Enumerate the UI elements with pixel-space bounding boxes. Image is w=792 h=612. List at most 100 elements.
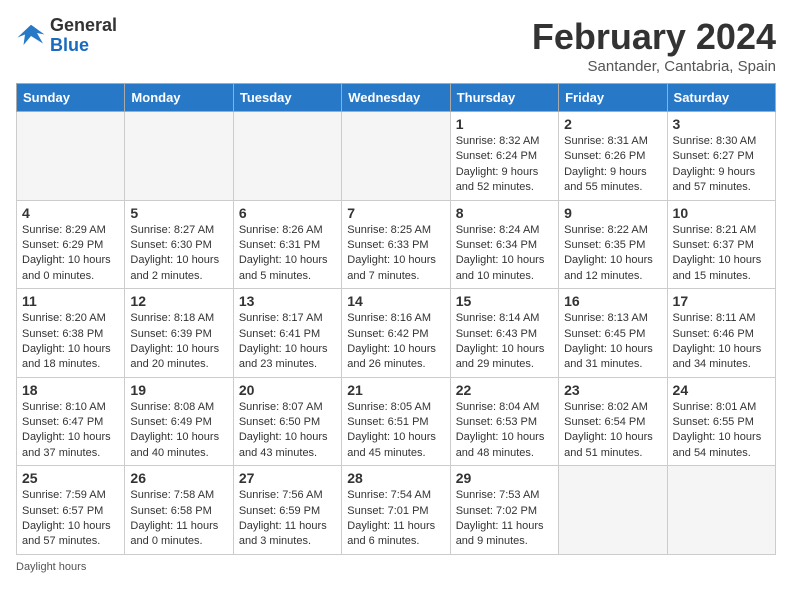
day-number: 9 — [564, 205, 661, 221]
day-info: Sunrise: 8:08 AM Sunset: 6:49 PM Dayligh… — [130, 400, 227, 462]
calendar-day-cell: 10 Sunrise: 8:21 AM Sunset: 6:37 PM Dayli… — [667, 200, 775, 289]
day-number: 13 — [239, 293, 336, 309]
calendar-week-row: 18 Sunrise: 8:10 AM Sunset: 6:47 PM Dayli… — [17, 377, 776, 466]
calendar-day-cell — [233, 112, 341, 201]
day-info: Sunrise: 8:13 AM Sunset: 6:45 PM Dayligh… — [564, 311, 661, 373]
calendar-day-cell: 20 Sunrise: 8:07 AM Sunset: 6:50 PM Dayli… — [233, 377, 341, 466]
logo-text: General Blue — [50, 16, 117, 56]
calendar-day-cell: 12 Sunrise: 8:18 AM Sunset: 6:39 PM Dayli… — [125, 289, 233, 378]
calendar-day-cell: 28 Sunrise: 7:54 AM Sunset: 7:01 PM Dayli… — [342, 466, 450, 555]
calendar-day-cell — [342, 112, 450, 201]
day-number: 11 — [22, 293, 119, 309]
day-info: Sunrise: 8:31 AM Sunset: 6:26 PM Dayligh… — [564, 134, 661, 196]
day-info: Sunrise: 8:21 AM Sunset: 6:37 PM Dayligh… — [673, 223, 770, 285]
day-of-week-header: Tuesday — [233, 84, 341, 112]
day-number: 24 — [673, 382, 770, 398]
day-number: 4 — [22, 205, 119, 221]
day-number: 25 — [22, 470, 119, 486]
month-title: February 2024 — [532, 16, 776, 58]
day-number: 19 — [130, 382, 227, 398]
calendar-day-cell: 17 Sunrise: 8:11 AM Sunset: 6:46 PM Dayli… — [667, 289, 775, 378]
day-info: Sunrise: 7:54 AM Sunset: 7:01 PM Dayligh… — [347, 488, 444, 550]
location-subtitle: Santander, Cantabria, Spain — [532, 58, 776, 75]
logo-icon — [16, 21, 46, 51]
calendar-day-cell: 2Sunrise: 8:31 AM Sunset: 6:26 PM Daylig… — [559, 112, 667, 201]
day-info: Sunrise: 7:59 AM Sunset: 6:57 PM Dayligh… — [22, 488, 119, 550]
day-info: Sunrise: 8:25 AM Sunset: 6:33 PM Dayligh… — [347, 223, 444, 285]
calendar-day-cell: 29 Sunrise: 7:53 AM Sunset: 7:02 PM Dayli… — [450, 466, 558, 555]
day-info: Sunrise: 8:20 AM Sunset: 6:38 PM Dayligh… — [22, 311, 119, 373]
calendar-day-cell: 9 Sunrise: 8:22 AM Sunset: 6:35 PM Daylig… — [559, 200, 667, 289]
daylight-hours-label: Daylight hours — [16, 561, 86, 573]
day-info: Sunrise: 8:29 AM Sunset: 6:29 PM Dayligh… — [22, 223, 119, 285]
day-number: 20 — [239, 382, 336, 398]
day-number: 17 — [673, 293, 770, 309]
day-info: Sunrise: 8:16 AM Sunset: 6:42 PM Dayligh… — [347, 311, 444, 373]
calendar-day-cell: 24Sunrise: 8:01 AM Sunset: 6:55 PM Dayli… — [667, 377, 775, 466]
calendar-day-cell: 16 Sunrise: 8:13 AM Sunset: 6:45 PM Dayli… — [559, 289, 667, 378]
day-of-week-header: Sunday — [17, 84, 125, 112]
calendar-week-row: 4 Sunrise: 8:29 AM Sunset: 6:29 PM Daylig… — [17, 200, 776, 289]
day-number: 8 — [456, 205, 553, 221]
calendar-day-cell: 22Sunrise: 8:04 AM Sunset: 6:53 PM Dayli… — [450, 377, 558, 466]
calendar-week-row: 11 Sunrise: 8:20 AM Sunset: 6:38 PM Dayli… — [17, 289, 776, 378]
day-number: 23 — [564, 382, 661, 398]
day-of-week-header: Monday — [125, 84, 233, 112]
day-of-week-header: Friday — [559, 84, 667, 112]
day-info: Sunrise: 8:32 AM Sunset: 6:24 PM Dayligh… — [456, 134, 553, 196]
calendar-day-cell — [17, 112, 125, 201]
day-number: 16 — [564, 293, 661, 309]
day-number: 22 — [456, 382, 553, 398]
day-info: Sunrise: 8:18 AM Sunset: 6:39 PM Dayligh… — [130, 311, 227, 373]
day-info: Sunrise: 8:30 AM Sunset: 6:27 PM Dayligh… — [673, 134, 770, 196]
calendar-day-cell: 18 Sunrise: 8:10 AM Sunset: 6:47 PM Dayli… — [17, 377, 125, 466]
calendar-day-cell: 4 Sunrise: 8:29 AM Sunset: 6:29 PM Daylig… — [17, 200, 125, 289]
calendar-day-cell — [125, 112, 233, 201]
day-number: 7 — [347, 205, 444, 221]
calendar-header-row: SundayMondayTuesdayWednesdayThursdayFrid… — [17, 84, 776, 112]
day-number: 18 — [22, 382, 119, 398]
logo-line1: General — [50, 16, 117, 36]
day-number: 14 — [347, 293, 444, 309]
day-number: 1 — [456, 116, 553, 132]
calendar-day-cell: 7 Sunrise: 8:25 AM Sunset: 6:33 PM Daylig… — [342, 200, 450, 289]
day-of-week-header: Saturday — [667, 84, 775, 112]
calendar-week-row: 1 Sunrise: 8:32 AM Sunset: 6:24 PM Daylig… — [17, 112, 776, 201]
day-info: Sunrise: 8:24 AM Sunset: 6:34 PM Dayligh… — [456, 223, 553, 285]
day-info: Sunrise: 8:02 AM Sunset: 6:54 PM Dayligh… — [564, 400, 661, 462]
day-info: Sunrise: 8:11 AM Sunset: 6:46 PM Dayligh… — [673, 311, 770, 373]
calendar-day-cell: 23 Sunrise: 8:02 AM Sunset: 6:54 PM Dayli… — [559, 377, 667, 466]
day-info: Sunrise: 8:10 AM Sunset: 6:47 PM Dayligh… — [22, 400, 119, 462]
day-number: 26 — [130, 470, 227, 486]
calendar-day-cell: 14 Sunrise: 8:16 AM Sunset: 6:42 PM Dayli… — [342, 289, 450, 378]
day-of-week-header: Wednesday — [342, 84, 450, 112]
calendar-table: SundayMondayTuesdayWednesdayThursdayFrid… — [16, 83, 776, 555]
day-number: 10 — [673, 205, 770, 221]
day-info: Sunrise: 7:56 AM Sunset: 6:59 PM Dayligh… — [239, 488, 336, 550]
calendar-day-cell: 11 Sunrise: 8:20 AM Sunset: 6:38 PM Dayli… — [17, 289, 125, 378]
calendar-day-cell: 15Sunrise: 8:14 AM Sunset: 6:43 PM Dayli… — [450, 289, 558, 378]
calendar-day-cell — [559, 466, 667, 555]
calendar-day-cell — [667, 466, 775, 555]
day-info: Sunrise: 7:53 AM Sunset: 7:02 PM Dayligh… — [456, 488, 553, 550]
day-info: Sunrise: 8:05 AM Sunset: 6:51 PM Dayligh… — [347, 400, 444, 462]
logo-line2: Blue — [50, 36, 117, 56]
day-number: 27 — [239, 470, 336, 486]
day-info: Sunrise: 8:07 AM Sunset: 6:50 PM Dayligh… — [239, 400, 336, 462]
calendar-week-row: 25 Sunrise: 7:59 AM Sunset: 6:57 PM Dayli… — [17, 466, 776, 555]
day-info: Sunrise: 8:14 AM Sunset: 6:43 PM Dayligh… — [456, 311, 553, 373]
day-number: 21 — [347, 382, 444, 398]
day-number: 28 — [347, 470, 444, 486]
calendar-day-cell: 13 Sunrise: 8:17 AM Sunset: 6:41 PM Dayli… — [233, 289, 341, 378]
day-number: 3 — [673, 116, 770, 132]
day-info: Sunrise: 8:22 AM Sunset: 6:35 PM Dayligh… — [564, 223, 661, 285]
day-number: 29 — [456, 470, 553, 486]
day-number: 12 — [130, 293, 227, 309]
calendar-day-cell: 19 Sunrise: 8:08 AM Sunset: 6:49 PM Dayli… — [125, 377, 233, 466]
day-info: Sunrise: 8:17 AM Sunset: 6:41 PM Dayligh… — [239, 311, 336, 373]
calendar-day-cell: 6Sunrise: 8:26 AM Sunset: 6:31 PM Daylig… — [233, 200, 341, 289]
day-of-week-header: Thursday — [450, 84, 558, 112]
day-number: 6 — [239, 205, 336, 221]
calendar-day-cell: 25 Sunrise: 7:59 AM Sunset: 6:57 PM Dayli… — [17, 466, 125, 555]
day-info: Sunrise: 7:58 AM Sunset: 6:58 PM Dayligh… — [130, 488, 227, 550]
